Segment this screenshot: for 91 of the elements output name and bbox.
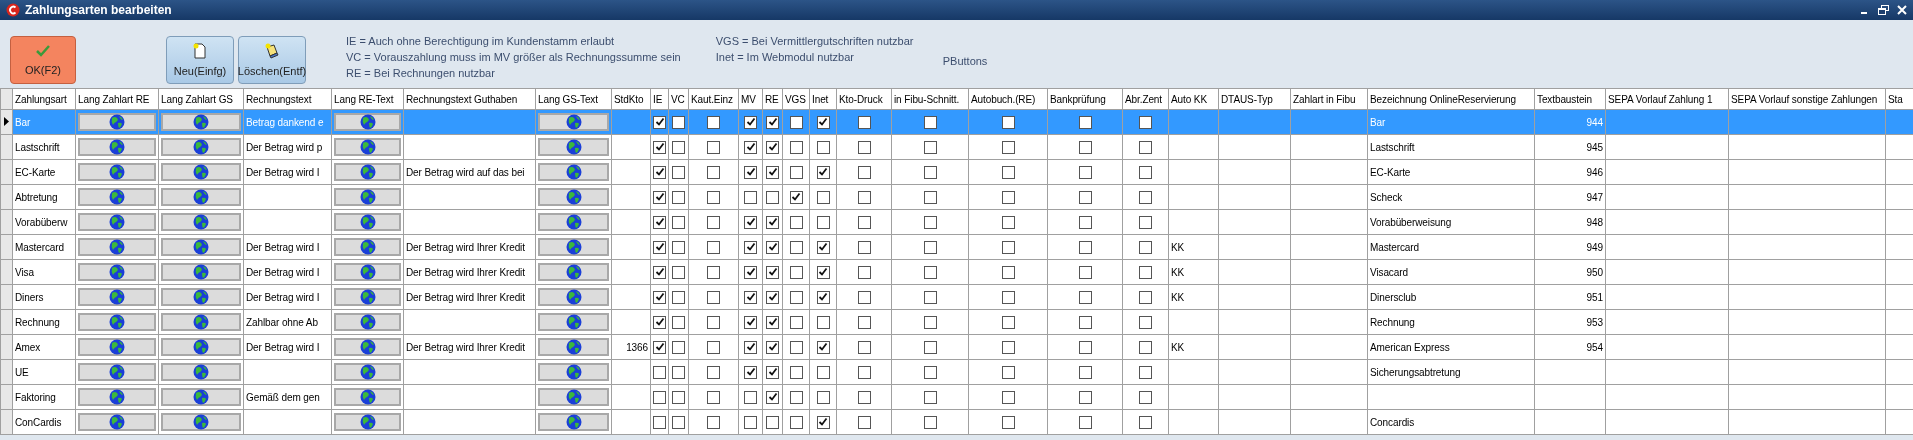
table-cell: Vorabüberw: [15, 216, 68, 228]
table-cell: Der Betrag wird p: [246, 141, 323, 153]
column-header[interactable]: Abr.Zent: [1122, 88, 1169, 110]
new-button[interactable]: Neu(Einfg): [166, 36, 234, 84]
table-cell: Concardis: [1370, 416, 1415, 428]
window-title: Zahlungsarten bearbeiten: [25, 3, 172, 17]
legend-text: VGS = Bei Vermittlergutschriften nutzbar: [715, 34, 915, 49]
table-cell: Abtretung: [15, 191, 58, 203]
table-cell: Bar: [15, 116, 31, 128]
column-header[interactable]: StdKto: [611, 88, 651, 110]
table-cell: 953: [1586, 316, 1603, 328]
column-header[interactable]: Lang Zahlart GS: [158, 88, 244, 110]
table-cell: 945: [1586, 141, 1603, 153]
table-cell: 947: [1586, 191, 1603, 203]
legend-text: IE = Auch ohne Berechtigung im Kundenstamm erlaubt: [346, 34, 616, 49]
table-cell: Gemäß dem gen: [246, 391, 320, 403]
column-header[interactable]: Lang RE-Text: [331, 88, 404, 110]
table-cell: Der Betrag wird I: [246, 341, 320, 353]
table-cell: 1366: [626, 341, 648, 353]
legend-text: VC = Vorauszahlung muss im MV größer als Rechnungssumme sein: [346, 50, 681, 65]
table-cell: Rechnung: [15, 316, 60, 328]
table-cell: Der Betrag wird auf das bei: [406, 166, 525, 178]
column-header[interactable]: MV: [738, 88, 763, 110]
table-cell: Der Betrag wird I: [246, 166, 320, 178]
column-header[interactable]: Zahlart in Fibu: [1290, 88, 1368, 110]
table-cell: Der Betrag wird I: [246, 241, 320, 253]
column-header[interactable]: Sta: [1885, 88, 1913, 110]
table-cell: 948: [1586, 216, 1603, 228]
table-cell: 944: [1586, 116, 1603, 128]
table-cell: Lastschrift: [15, 141, 60, 153]
table-cell: 954: [1586, 341, 1603, 353]
column-header[interactable]: Rechnungstext Guthaben: [403, 88, 536, 110]
table-cell: Der Betrag wird Ihrer Kredit: [406, 241, 525, 253]
column-header[interactable]: Lang Zahlart RE: [75, 88, 159, 110]
column-header[interactable]: Bezeichnung OnlineReservierung: [1367, 88, 1535, 110]
table-cell: KK: [1171, 266, 1185, 278]
delete-button[interactable]: Löschen(Entf): [238, 36, 306, 84]
table-cell: Mastercard: [1370, 241, 1419, 253]
table-cell: Bar: [1370, 116, 1386, 128]
table-cell: Dinersclub: [1370, 291, 1417, 303]
column-header[interactable]: in Fibu-Schnitt.: [891, 88, 969, 110]
table-cell: EC-Karte: [1370, 166, 1411, 178]
table-cell: Vorabüberweisung: [1370, 216, 1452, 228]
table-cell: Mastercard: [15, 241, 64, 253]
column-header[interactable]: RE: [762, 88, 783, 110]
column-header[interactable]: DTAUS-Typ: [1218, 88, 1291, 110]
table-cell: 949: [1586, 241, 1603, 253]
table-cell: Amex: [15, 341, 41, 353]
table-cell: Visa: [15, 266, 34, 278]
table-cell: Sicherungsabtretung: [1370, 366, 1461, 378]
legend-text: RE = Bei Rechnungen nutzbar: [346, 66, 496, 81]
ok-button[interactable]: OK(F2): [10, 36, 76, 84]
column-header[interactable]: Textbaustein: [1534, 88, 1606, 110]
table-cell: Betrag dankend e: [246, 116, 324, 128]
table-cell: UE: [15, 366, 29, 378]
table-cell: Der Betrag wird Ihrer Kredit: [406, 266, 525, 278]
column-header[interactable]: Kto-Druck: [836, 88, 892, 110]
table-cell: EC-Karte: [15, 166, 56, 178]
table-cell: 950: [1586, 266, 1603, 278]
column-header[interactable]: VC: [668, 88, 689, 110]
column-header[interactable]: VGS: [782, 88, 810, 110]
column-header[interactable]: Kaut.Einz: [688, 88, 739, 110]
table-cell: 951: [1586, 291, 1603, 303]
buttons-caption: PButtons: [942, 55, 988, 67]
table-cell: Lastschrift: [1370, 141, 1415, 153]
column-header[interactable]: Autobuch.(RE): [968, 88, 1048, 110]
table-cell: Der Betrag wird Ihrer Kredit: [406, 341, 525, 353]
table-cell: KK: [1171, 341, 1185, 353]
column-header[interactable]: Inet: [809, 88, 837, 110]
column-header[interactable]: Lang GS-Text: [535, 88, 612, 110]
table-cell: Zahlbar ohne Ab: [246, 316, 318, 328]
table-cell: American Express: [1370, 341, 1450, 353]
legend-text: Inet = Im Webmodul nutzbar: [715, 50, 856, 65]
column-header[interactable]: Bankprüfung: [1047, 88, 1123, 110]
column-header[interactable]: SEPA Vorlauf Zahlung 1: [1605, 88, 1729, 110]
column-header[interactable]: SEPA Vorlauf sonstige Zahlungen: [1728, 88, 1886, 110]
column-header[interactable]: Zahlungsart: [12, 88, 76, 110]
table-cell: Der Betrag wird I: [246, 266, 320, 278]
column-header[interactable]: Auto KK: [1168, 88, 1219, 110]
table-cell: Der Betrag wird I: [246, 291, 320, 303]
table-cell: Der Betrag wird Ihrer Kredit: [406, 291, 525, 303]
table-cell: Rechnung: [1370, 316, 1415, 328]
table-cell: KK: [1171, 291, 1185, 303]
column-header[interactable]: Rechnungstext: [243, 88, 332, 110]
table-cell: KK: [1171, 241, 1185, 253]
table-cell: Visacard: [1370, 266, 1408, 278]
table-cell: Diners: [15, 291, 44, 303]
table-cell: 946: [1586, 166, 1603, 178]
table-cell: Faktoring: [15, 391, 56, 403]
table-cell: ConCardis: [15, 416, 62, 428]
table-cell: Scheck: [1370, 191, 1403, 203]
